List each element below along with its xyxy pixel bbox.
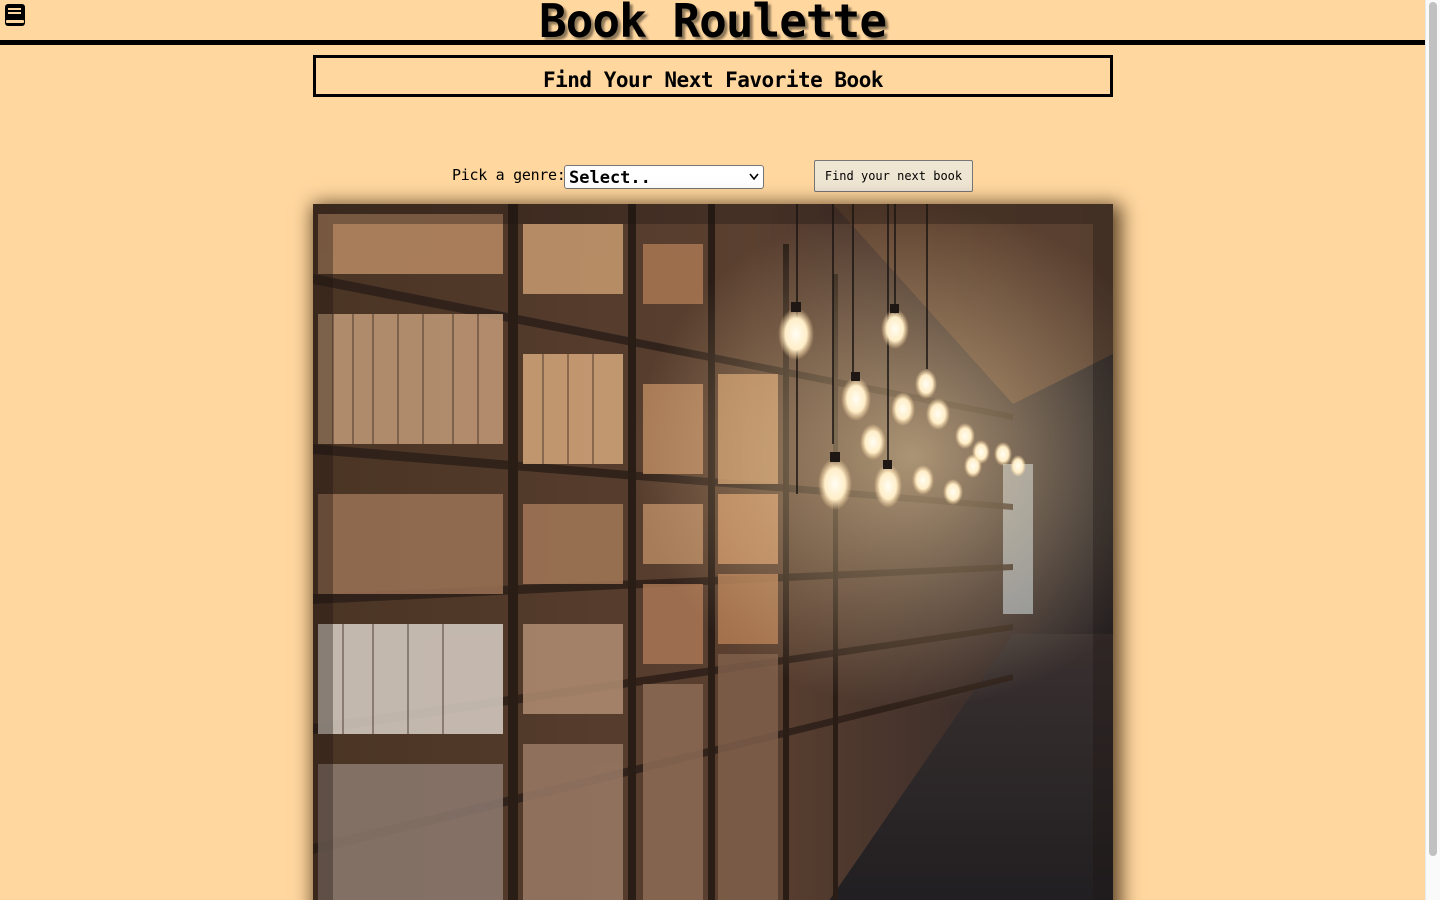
page: Book Roulette Find Your Next Favorite Bo… [0,0,1440,900]
chevron-down-icon [749,173,759,181]
page-subtitle: Find Your Next Favorite Book [313,55,1113,97]
genre-select-value: Select.. [569,168,651,188]
library-bookshelves-image [313,204,1113,900]
genre-select[interactable]: Select.. [564,165,764,189]
find-book-button[interactable]: Find your next book [814,160,973,192]
site-header: Book Roulette [0,0,1425,48]
page-scrollbar[interactable] [1425,0,1440,900]
genre-label: Pick a genre: [452,166,566,184]
scrollbar-thumb[interactable] [1429,2,1437,856]
site-title: Book Roulette [538,0,887,48]
